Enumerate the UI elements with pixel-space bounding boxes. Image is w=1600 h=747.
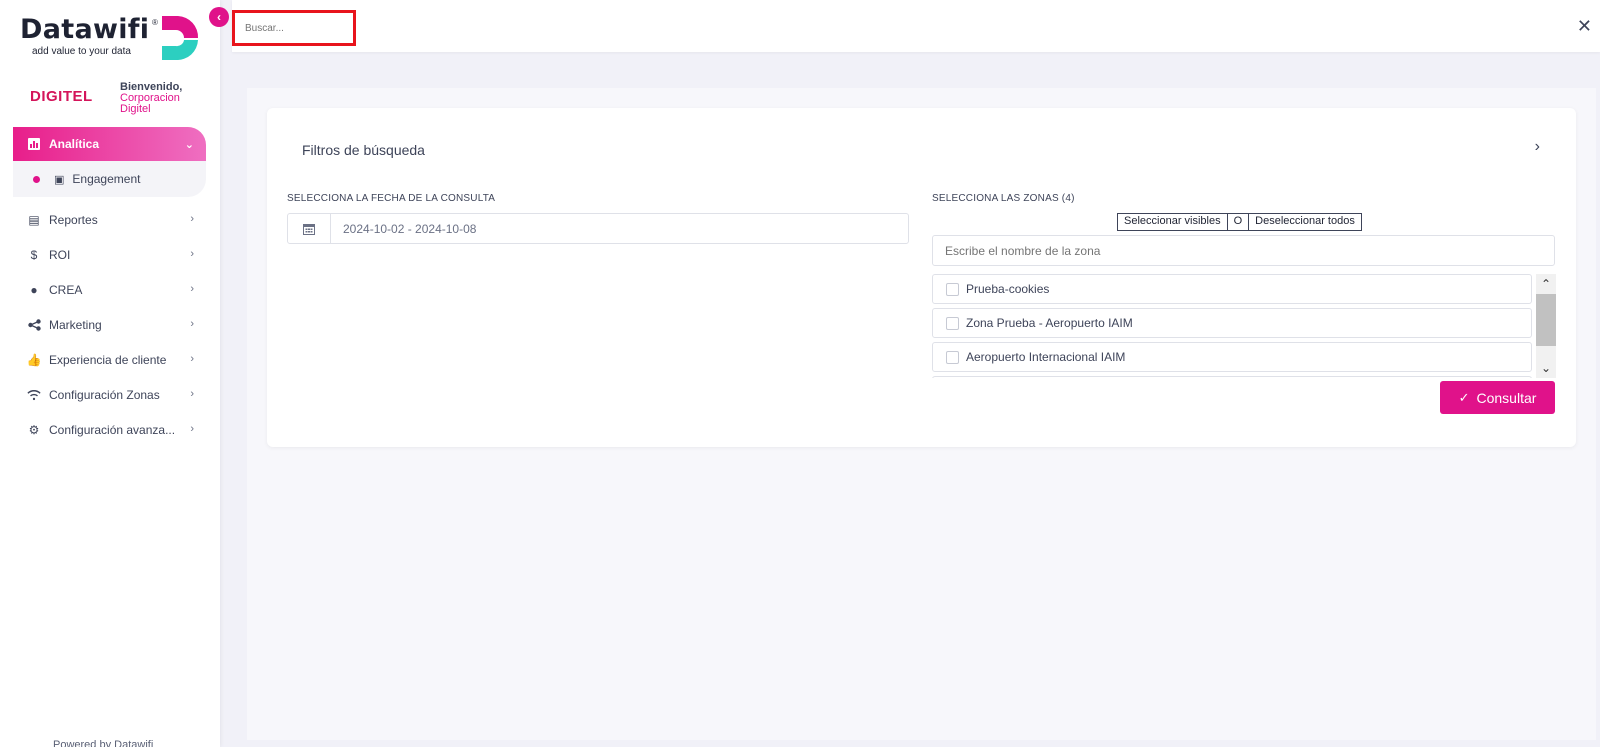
welcome-user-line2: Digitel	[120, 103, 151, 115]
sidebar-item-label: Configuración Zonas	[49, 387, 160, 402]
scroll-up-icon[interactable]: ⌃	[1536, 274, 1556, 294]
sidebar: Datawifi ® add value to your data DIGITE…	[0, 0, 220, 747]
sidebar-item-marketing[interactable]: Marketing ›	[13, 307, 206, 342]
gear-icon: ⚙	[28, 422, 40, 437]
sidebar-item-experiencia[interactable]: 👍 Experiencia de cliente ›	[13, 342, 206, 377]
thumbs-up-icon: 👍	[26, 352, 42, 367]
wifi-icon	[27, 388, 41, 402]
check-icon: ✓	[1458, 389, 1470, 405]
collapse-sidebar-button[interactable]: ‹	[209, 7, 229, 27]
checkbox[interactable]	[946, 282, 959, 296]
list-item[interactable]: Aeropuerto Internacional IAIM	[932, 342, 1532, 372]
select-visible-button[interactable]: Seleccionar visibles	[1118, 214, 1228, 230]
or-separator: O	[1227, 214, 1250, 230]
close-icon[interactable]: ✕	[1577, 16, 1592, 37]
chevron-left-icon: ‹	[217, 10, 221, 24]
user-brand: DIGITEL Bienvenido, Corporacion Digitel	[30, 82, 200, 118]
zones-label: SELECCIONA LAS ZONAS (4)	[932, 193, 1075, 204]
sidebar-item-config-avanzada[interactable]: ⚙ Configuración avanza... ›	[13, 412, 206, 447]
money-icon: $	[30, 247, 38, 262]
chevron-right-icon: ›	[190, 213, 194, 225]
lightbulb-icon: ●	[30, 282, 38, 297]
scrollbar-thumb[interactable]	[1536, 294, 1556, 346]
chevron-right-icon: ›	[190, 423, 194, 435]
scroll-down-icon[interactable]: ⌄	[1536, 358, 1556, 378]
sidebar-item-roi[interactable]: $ ROI ›	[13, 237, 206, 272]
search-input[interactable]	[235, 13, 353, 43]
deselect-all-button[interactable]: Deseleccionar todos	[1249, 214, 1361, 230]
list-item[interactable]: Prueba-cookies	[932, 274, 1532, 304]
client-logo: DIGITEL	[30, 88, 93, 105]
chevron-right-icon[interactable]: ›	[1535, 138, 1540, 156]
sidebar-item-analitica[interactable]: Analítica ⌄	[13, 127, 206, 161]
logo-tagline: add value to your data	[32, 46, 131, 57]
zone-name: Aeropuerto Internacional IAIM	[966, 350, 1126, 364]
logo-mark-icon	[162, 16, 199, 60]
calendar-icon[interactable]	[288, 214, 331, 243]
topbar: ✕	[232, 0, 1600, 52]
active-dot-icon	[33, 175, 40, 183]
contact-card-icon: ▣	[54, 173, 65, 186]
chevron-right-icon: ›	[190, 353, 194, 365]
sidebar-item-label: ROI	[49, 247, 71, 262]
zone-name: Zona Prueba - Aeropuerto IAIM	[966, 316, 1133, 330]
zone-selection-buttons: Seleccionar visibles O Deseleccionar tod…	[1117, 213, 1362, 231]
zone-list: Prueba-cookies Zona Prueba - Aeropuerto …	[932, 274, 1555, 378]
sidebar-item-label: Configuración avanza...	[49, 422, 176, 437]
chevron-right-icon: ›	[190, 318, 194, 330]
consultar-button[interactable]: ✓ Consultar	[1440, 381, 1555, 414]
chevron-right-icon: ›	[190, 388, 194, 400]
search-box[interactable]	[232, 10, 356, 46]
date-range-picker[interactable]: 2024-10-02 - 2024-10-08	[287, 213, 909, 244]
sidebar-subitem-engagement[interactable]: ▣ Engagement	[13, 161, 206, 197]
sidebar-nav: Analítica ⌄ ▣ Engagement ▤ Reportes › $ …	[13, 127, 206, 447]
zone-search[interactable]	[932, 235, 1555, 266]
document-icon: ▤	[28, 212, 40, 227]
chevron-down-icon: ⌄	[184, 139, 194, 151]
sidebar-item-label: CREA	[49, 282, 83, 297]
sidebar-item-config-zonas[interactable]: Configuración Zonas ›	[13, 377, 206, 412]
sidebar-item-label: Analítica	[49, 137, 100, 151]
checkbox[interactable]	[946, 316, 959, 330]
zone-list-scrollbar[interactable]: ⌃ ⌄	[1536, 274, 1556, 378]
share-icon	[27, 318, 41, 332]
sidebar-item-label: Reportes	[49, 212, 98, 227]
list-item[interactable]: Zona Prueba - Aeropuerto IAIM	[932, 308, 1532, 338]
sidebar-item-label: Marketing	[49, 317, 102, 332]
filters-title: Filtros de búsqueda	[302, 142, 425, 158]
list-item[interactable]	[932, 376, 1532, 378]
chevron-right-icon: ›	[190, 283, 194, 295]
date-range-value: 2024-10-02 - 2024-10-08	[343, 222, 477, 236]
sidebar-item-label: Engagement	[72, 172, 141, 186]
date-label: SELECCIONA LA FECHA DE LA CONSULTA	[287, 193, 496, 204]
zone-search-input[interactable]	[933, 236, 1554, 265]
sidebar-item-reportes[interactable]: ▤ Reportes ›	[13, 202, 206, 237]
welcome-text: Bienvenido, Corporacion Digitel	[120, 82, 182, 115]
consultar-label: Consultar	[1476, 389, 1537, 406]
sidebar-item-crea[interactable]: ● CREA ›	[13, 272, 206, 307]
checkbox[interactable]	[946, 350, 959, 364]
chevron-right-icon: ›	[190, 248, 194, 260]
bar-chart-icon	[27, 137, 41, 151]
powered-by: Powered by Datawifi	[53, 739, 154, 747]
logo-word: Datawifi	[20, 14, 150, 45]
datawifi-logo[interactable]: Datawifi ® add value to your data	[20, 14, 200, 64]
zone-name: Prueba-cookies	[966, 282, 1050, 296]
filters-card: Filtros de búsqueda › SELECCIONA LA FECH…	[267, 108, 1576, 447]
sidebar-item-label: Experiencia de cliente	[49, 352, 167, 367]
